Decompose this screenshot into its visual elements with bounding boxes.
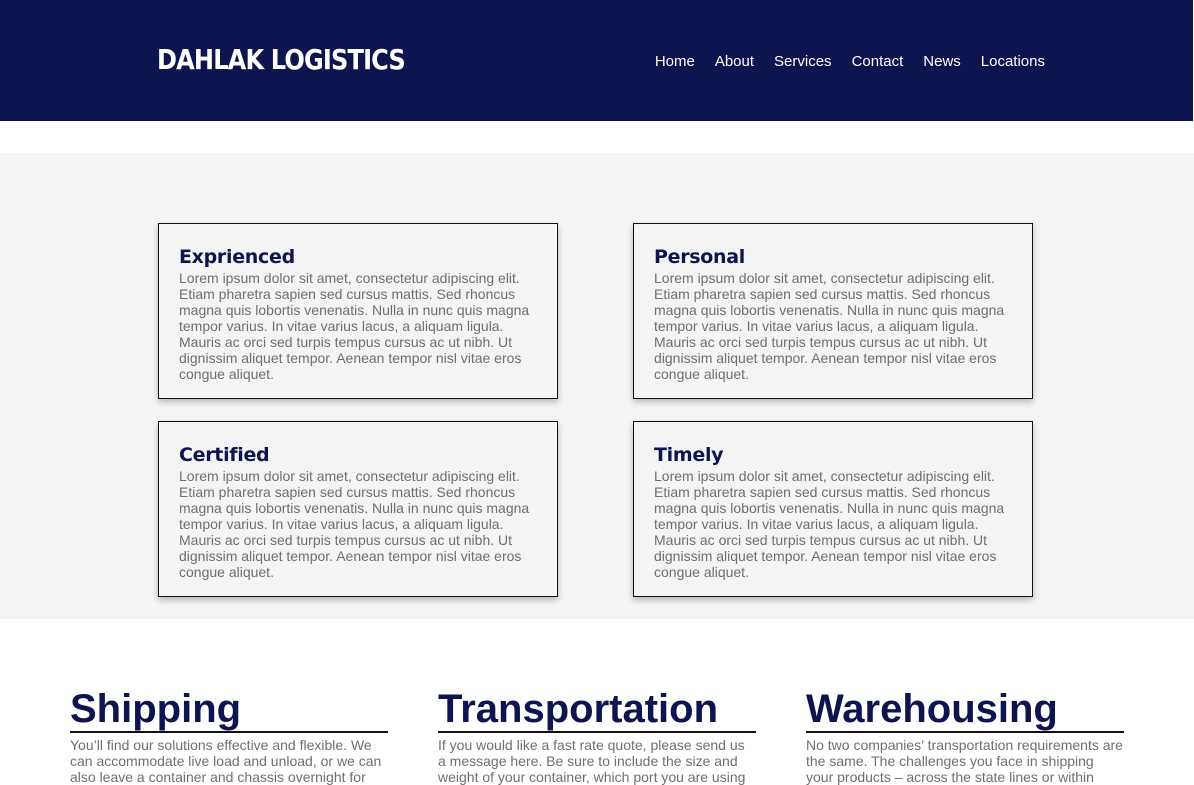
service-body: If you would like a fast rate quote, ple… <box>438 737 746 785</box>
feature-card-certified: Certified Lorem ipsum dolor sit amet, co… <box>158 421 558 597</box>
service-title: Warehousing <box>806 688 1124 733</box>
nav-locations[interactable]: Locations <box>981 52 1045 72</box>
nav-services[interactable]: Services <box>774 52 832 72</box>
feature-title: Exprienced <box>179 246 295 268</box>
site-header: DAHLAK LOGISTICS Home About Services Con… <box>0 0 1193 121</box>
service-body: You’ll find our solutions effective and … <box>70 737 382 785</box>
feature-card-timely: Timely Lorem ipsum dolor sit amet, conse… <box>633 421 1033 597</box>
service-title: Shipping <box>70 688 388 733</box>
nav-home[interactable]: Home <box>655 52 695 72</box>
feature-title: Certified <box>179 444 270 466</box>
service-shipping: Shipping You’ll find our solutions effec… <box>70 688 388 785</box>
service-title: Transportation <box>438 688 756 733</box>
service-body: No two companies’ transportation require… <box>806 737 1123 785</box>
service-warehousing: Warehousing No two companies’ transporta… <box>806 688 1124 785</box>
service-transportation: Transportation If you would like a fast … <box>438 688 756 785</box>
feature-title: Timely <box>654 444 724 466</box>
main-nav: Home About Services Contact News Locatio… <box>635 52 1045 72</box>
feature-body: Lorem ipsum dolor sit amet, consectetur … <box>654 468 1005 580</box>
nav-news[interactable]: News <box>923 52 961 72</box>
feature-body: Lorem ipsum dolor sit amet, consectetur … <box>654 270 1005 382</box>
features-section: Exprienced Lorem ipsum dolor sit amet, c… <box>0 153 1194 619</box>
nav-about[interactable]: About <box>715 52 754 72</box>
nav-contact[interactable]: Contact <box>852 52 904 72</box>
feature-card-experienced: Exprienced Lorem ipsum dolor sit amet, c… <box>158 223 558 399</box>
feature-title: Personal <box>654 246 746 268</box>
feature-card-personal: Personal Lorem ipsum dolor sit amet, con… <box>633 223 1033 399</box>
feature-body: Lorem ipsum dolor sit amet, consectetur … <box>179 468 530 580</box>
brand-logo[interactable]: DAHLAK LOGISTICS <box>157 40 406 80</box>
feature-body: Lorem ipsum dolor sit amet, consectetur … <box>179 270 530 382</box>
